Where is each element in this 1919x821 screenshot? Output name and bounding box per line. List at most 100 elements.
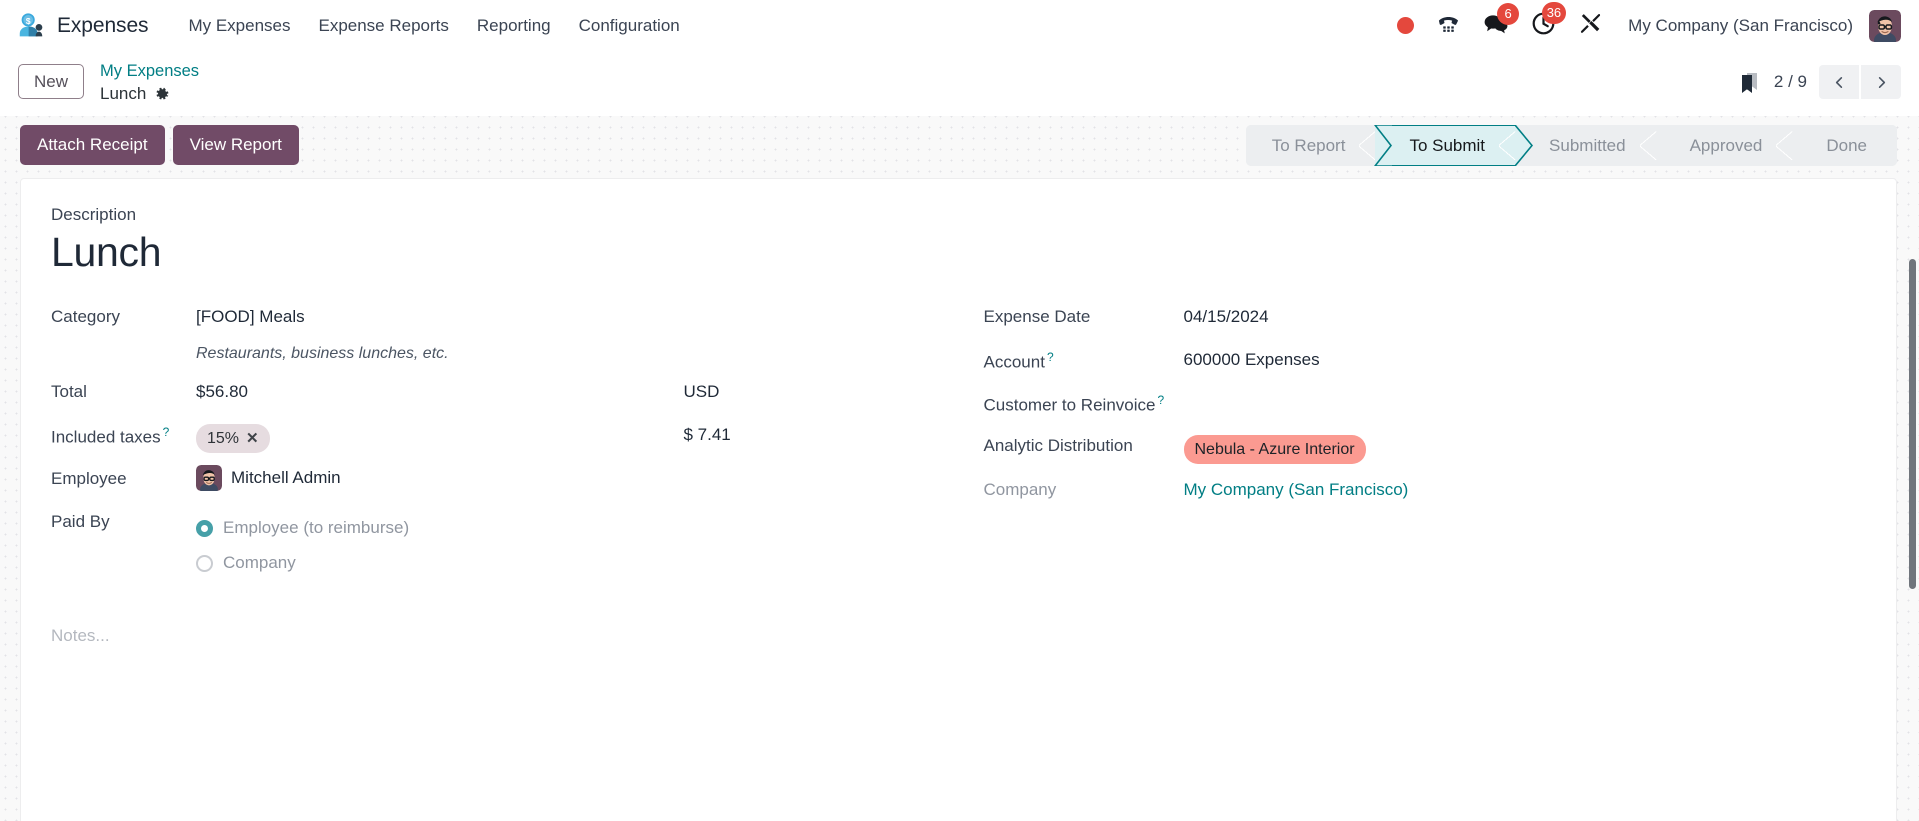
expense-date-label: Expense Date [983, 307, 1091, 327]
included-taxes-value-group: 15% ✕ $ 7.41 [196, 418, 934, 454]
total-input[interactable]: $56.80 [196, 381, 684, 404]
notes-input[interactable]: Notes... [51, 626, 1866, 646]
app-name: Expenses [57, 13, 149, 37]
status-stage-to-report[interactable]: To Report [1245, 125, 1376, 166]
status-stage-done[interactable]: Done [1792, 125, 1897, 166]
activities-count-badge: 36 [1541, 1, 1567, 24]
customer-to-reinvoice-label: Customer to Reinvoice? [983, 393, 1165, 415]
expenses-app-logo-icon: $ [16, 11, 46, 41]
activities-button[interactable]: 36 [1520, 1, 1567, 46]
remove-tag-icon[interactable]: ✕ [246, 431, 259, 446]
gear-icon[interactable] [155, 87, 170, 102]
total-label: Total [51, 382, 87, 402]
menu-item-my-expenses[interactable]: My Expenses [174, 10, 304, 42]
messages-count-badge: 6 [1497, 2, 1520, 25]
tax-tag[interactable]: 15% ✕ [196, 424, 270, 454]
status-stage-to-submit[interactable]: To Submit [1374, 125, 1534, 166]
status-pipeline: To Report To Submit Submitted Approved D… [1245, 125, 1897, 166]
radio-selected-icon [196, 520, 213, 538]
bookmark-icon[interactable] [1740, 71, 1760, 93]
help-tooltip-icon[interactable]: ? [1157, 393, 1164, 407]
vertical-scrollbar[interactable] [1906, 222, 1919, 821]
status-stage-approved[interactable]: Approved [1655, 125, 1793, 166]
pager-previous-button[interactable] [1819, 65, 1859, 99]
field-employee: Employee Mitchell Admin [51, 462, 934, 496]
scrollbar-thumb[interactable] [1909, 259, 1916, 589]
category-input[interactable]: [FOOD] Meals [196, 300, 934, 329]
field-paid-by: Paid By Employee (to reimburse) Company [51, 505, 934, 575]
currency-input[interactable]: USD [684, 381, 934, 404]
field-total: Total $56.80 USD [51, 375, 934, 409]
account-input[interactable]: 600000 Expenses [1184, 343, 1867, 372]
status-stage-submitted[interactable]: Submitted [1515, 125, 1656, 166]
record-indicator-button[interactable] [1386, 12, 1425, 39]
new-record-button[interactable]: New [18, 64, 85, 100]
total-value-group: $56.80 USD [196, 375, 934, 404]
form-column-left: Category [FOOD] Meals Restaurants, busin… [51, 300, 934, 584]
employee-input[interactable]: Mitchell Admin [231, 467, 341, 490]
account-label: Account? [983, 350, 1054, 372]
pager-next-button[interactable] [1861, 65, 1901, 99]
paid-by-label: Paid By [51, 512, 110, 532]
app-brand[interactable]: $ Expenses [16, 11, 149, 41]
record-dot-icon [1397, 17, 1415, 34]
help-tooltip-icon[interactable]: ? [163, 425, 170, 439]
top-navbar: $ Expenses My Expenses Expense Reports R… [0, 0, 1919, 51]
customer-to-reinvoice-input[interactable] [1184, 386, 1867, 392]
tax-tag-label: 15% [207, 430, 240, 448]
analytic-distribution-label: Analytic Distribution [983, 436, 1133, 456]
company-value-link[interactable]: My Company (San Francisco) [1184, 473, 1867, 502]
radio-option-employee-label: Employee (to reimburse) [223, 518, 410, 538]
form-view-background: Attach Receipt View Report To Report To … [0, 111, 1919, 821]
statusbar-row: Attach Receipt View Report To Report To … [0, 111, 1919, 166]
view-report-button[interactable]: View Report [172, 125, 299, 166]
record-pager: 2 / 9 [1774, 65, 1901, 99]
taxes-amount: $ 7.41 [683, 425, 731, 445]
status-stage-label: To Submit [1409, 135, 1486, 155]
included-taxes-label: Included taxes? [51, 425, 170, 447]
systray: 6 36 My Company (San Francisco) [1386, 1, 1901, 46]
company-label: Company [983, 480, 1057, 500]
radio-option-company[interactable]: Company [196, 552, 934, 575]
paid-by-value-group: Employee (to reimburse) Company [196, 505, 934, 575]
analytic-distribution-input[interactable]: Nebula - Azure Interior [1183, 429, 1867, 465]
voip-button[interactable] [1425, 7, 1472, 45]
breadcrumb-current-record: Lunch [100, 84, 147, 104]
field-analytic-distribution: Analytic Distribution Nebula - Azure Int… [983, 429, 1867, 465]
expense-date-input[interactable]: 04/15/2024 [1184, 300, 1867, 329]
debug-menu-button[interactable] [1567, 6, 1614, 46]
form-columns: Category [FOOD] Meals Restaurants, busin… [51, 300, 1866, 584]
radio-unselected-icon [196, 555, 213, 573]
form-sheet: Description Lunch Category [FOOD] Meals … [20, 178, 1897, 821]
field-account: Account? 600000 Expenses [984, 343, 1867, 377]
breadcrumb-current-row: Lunch [100, 83, 199, 105]
breadcrumb: My Expenses Lunch [100, 59, 199, 106]
field-company: Company My Company (San Francisco) [984, 473, 1867, 507]
taxes-tag-container[interactable]: 15% ✕ [196, 424, 684, 454]
user-avatar-icon[interactable] [1869, 9, 1901, 42]
field-category: Category [FOOD] Meals [51, 300, 934, 334]
description-input[interactable]: Lunch [51, 227, 1866, 278]
field-customer-to-reinvoice: Customer to Reinvoice? [984, 386, 1867, 420]
menu-item-configuration[interactable]: Configuration [565, 10, 694, 42]
description-label: Description [51, 205, 137, 224]
attach-receipt-button[interactable]: Attach Receipt [20, 125, 165, 166]
employee-label: Employee [51, 469, 127, 489]
employee-value-group: Mitchell Admin [196, 462, 934, 492]
help-tooltip-icon[interactable]: ? [1047, 350, 1054, 364]
svg-text:$: $ [26, 16, 31, 26]
current-company-menu[interactable]: My Company (San Francisco) [1614, 10, 1863, 42]
menu-item-reporting[interactable]: Reporting [463, 10, 565, 42]
tools-wrench-icon [1578, 11, 1603, 41]
analytic-tag[interactable]: Nebula - Azure Interior [1183, 435, 1366, 465]
menu-item-expense-reports[interactable]: Expense Reports [304, 10, 462, 42]
control-panel: New My Expenses Lunch 2 / 9 [0, 51, 1919, 116]
field-included-taxes: Included taxes? 15% ✕ $ 7.41 [51, 418, 934, 454]
form-column-right: Expense Date 04/15/2024 Account? 600000 … [934, 300, 1867, 584]
breadcrumb-parent-link[interactable]: My Expenses [100, 61, 199, 82]
chevron-left-icon [1832, 75, 1847, 90]
radio-option-employee[interactable]: Employee (to reimburse) [196, 517, 934, 540]
action-buttons: Attach Receipt View Report [20, 125, 299, 166]
radio-option-company-label: Company [223, 553, 296, 573]
messages-button[interactable]: 6 [1472, 2, 1520, 45]
